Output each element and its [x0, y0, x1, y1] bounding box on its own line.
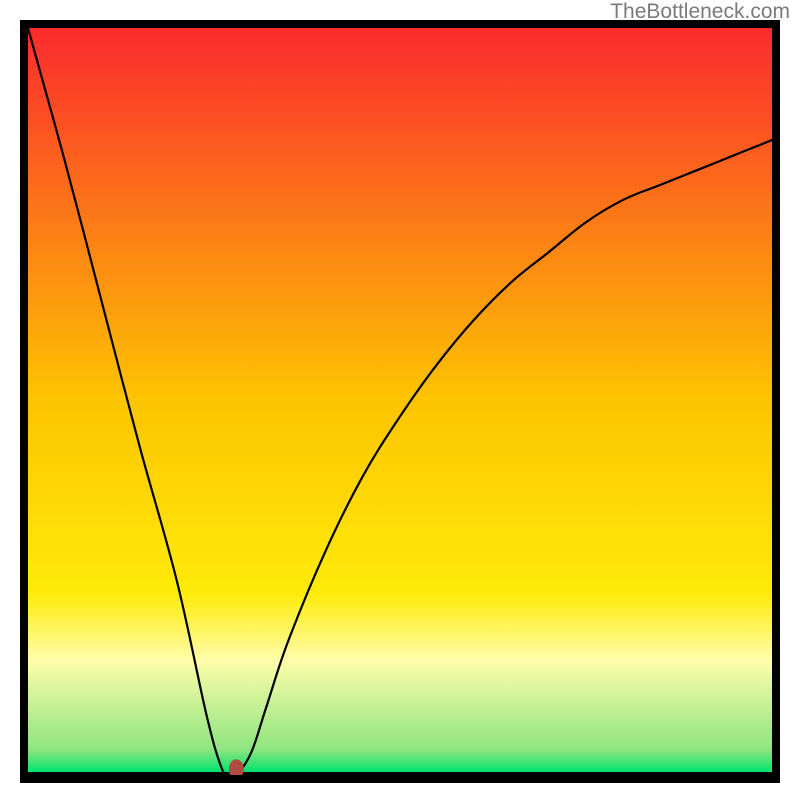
- chart-curve: [28, 28, 772, 775]
- watermark-text: TheBottleneck.com: [610, 0, 790, 24]
- minimum-marker: [229, 759, 244, 775]
- plot-frame: [20, 20, 780, 783]
- curve-path: [28, 28, 772, 775]
- plot-area: [28, 28, 772, 775]
